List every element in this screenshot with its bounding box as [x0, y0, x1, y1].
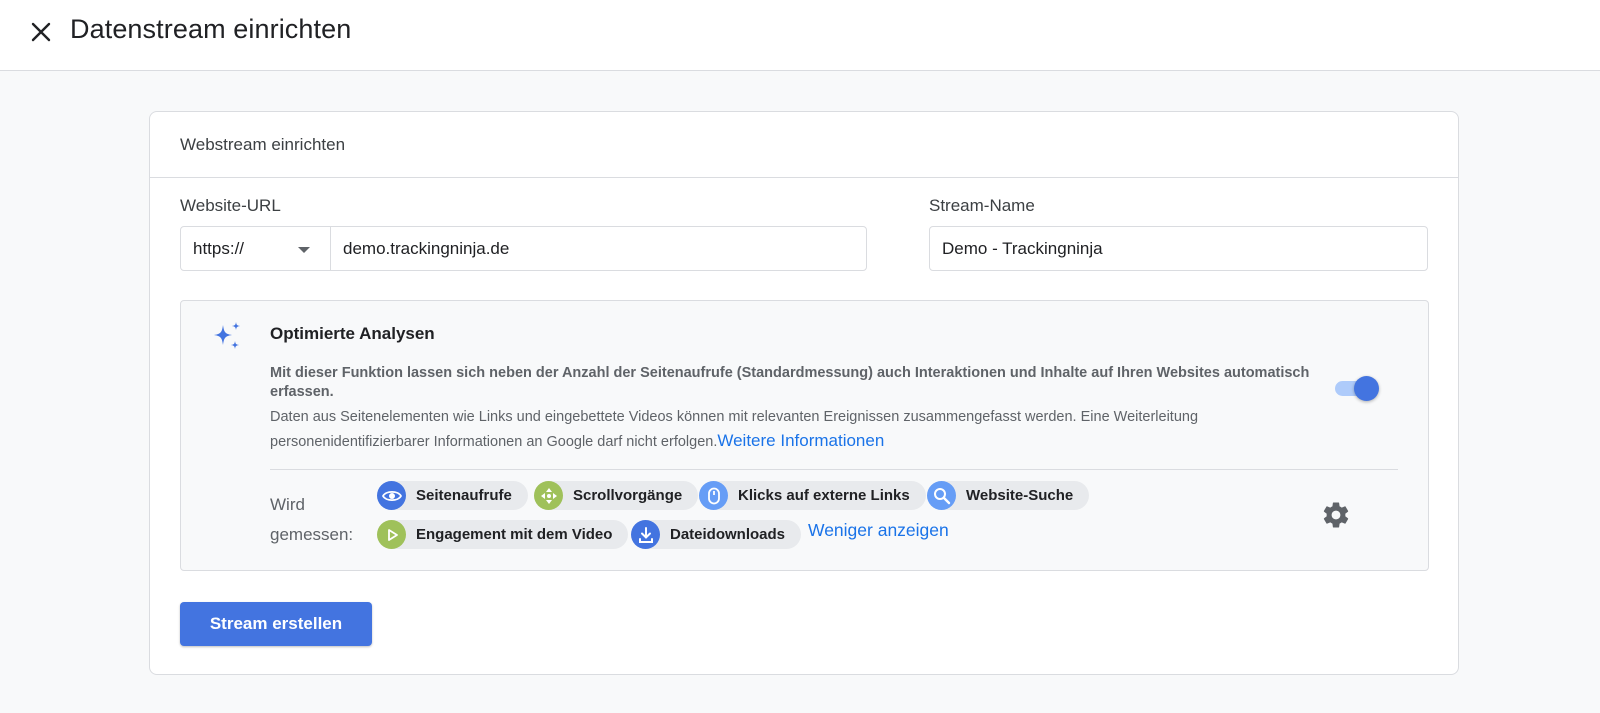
enhanced-title: Optimierte Analysen: [270, 324, 435, 343]
chip-video-engagement[interactable]: Engagement mit dem Video: [377, 520, 629, 549]
chip-label: Klicks auf externe Links: [738, 487, 910, 504]
webstream-card: Webstream einrichten Website-URL https:/…: [149, 111, 1459, 675]
top-bar: Datenstream einrichten: [0, 0, 1600, 71]
enhanced-toggle[interactable]: [1333, 375, 1379, 401]
chip-label: Scrollvorgänge: [573, 487, 683, 504]
card-title: Webstream einrichten: [150, 112, 1458, 178]
download-icon: [631, 520, 660, 549]
website-url-input[interactable]: demo.trackingninja.de: [331, 227, 866, 270]
create-stream-button[interactable]: Stream erstellen: [180, 602, 372, 646]
stream-name-input[interactable]: Demo - Trackingninja: [929, 226, 1428, 271]
enhanced-description-bold: Mit dieser Funktion lassen sich neben de…: [270, 365, 1310, 400]
play-icon: [377, 520, 406, 549]
chip-outbound-clicks[interactable]: Klicks auf externe Links: [699, 481, 926, 510]
stream-name-label: Stream-Name: [929, 196, 1035, 215]
close-icon[interactable]: [26, 17, 56, 47]
gear-icon[interactable]: [1321, 500, 1351, 535]
toggle-knob: [1354, 376, 1379, 401]
chip-label: Engagement mit dem Video: [416, 526, 613, 543]
eye-icon: [377, 481, 406, 510]
protocol-select[interactable]: https://: [181, 227, 331, 270]
enhanced-description: Daten aus Seitenelementen wie Links und …: [270, 405, 1270, 454]
mouse-icon: [699, 481, 728, 510]
chip-label: Seitenaufrufe: [416, 487, 512, 504]
enhanced-measurement-panel: Optimierte Analysen Mit dieser Funktion …: [180, 300, 1429, 571]
dropdown-caret-icon: [298, 247, 310, 253]
chip-label: Website-Suche: [966, 487, 1074, 504]
website-url-label: Website-URL: [180, 196, 281, 215]
measured-label: Wird gemessen:: [270, 495, 354, 544]
page-title: Datenstream einrichten: [70, 14, 352, 44]
show-less-link[interactable]: Weniger anzeigen: [808, 520, 949, 541]
website-url-group: https:// demo.trackingninja.de: [180, 226, 867, 271]
protocol-value: https://: [193, 238, 245, 258]
divider: [270, 469, 1398, 470]
chip-page-views[interactable]: Seitenaufrufe: [377, 481, 528, 510]
chip-scrolls[interactable]: Scrollvorgänge: [534, 481, 699, 510]
search-icon: [927, 481, 956, 510]
chip-label: Dateidownloads: [670, 526, 786, 543]
more-info-link[interactable]: Weitere Informationen: [717, 431, 884, 450]
chip-file-downloads[interactable]: Dateidownloads: [631, 520, 802, 549]
chip-site-search[interactable]: Website-Suche: [927, 481, 1090, 510]
sparkle-icon: [211, 321, 243, 358]
scroll-icon: [534, 481, 563, 510]
